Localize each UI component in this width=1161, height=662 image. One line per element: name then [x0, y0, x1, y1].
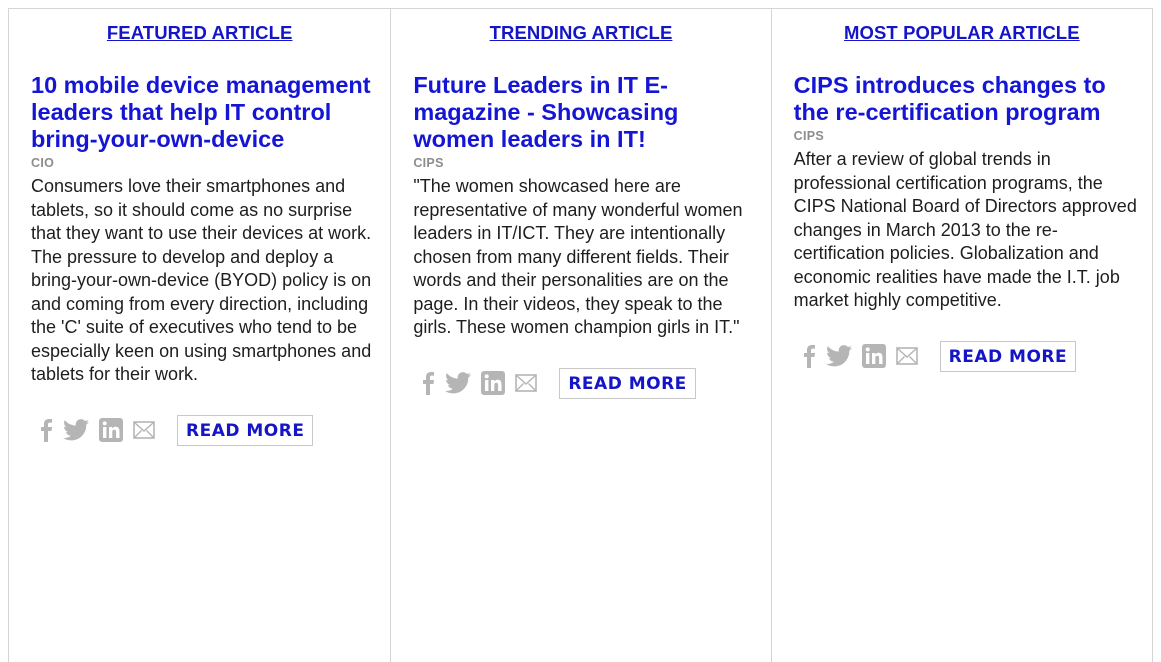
- trending-article-column: TRENDING ARTICLE Future Leaders in IT E-…: [390, 9, 770, 662]
- email-icon[interactable]: [133, 421, 155, 439]
- share-actions: READ MORE: [802, 340, 1142, 372]
- read-more-button[interactable]: READ MORE: [939, 340, 1077, 372]
- twitter-icon[interactable]: [63, 419, 89, 441]
- articles-table: FEATURED ARTICLE 10 mobile device manage…: [8, 8, 1153, 662]
- linkedin-icon[interactable]: [99, 418, 123, 442]
- article-card: 10 mobile device management leaders that…: [9, 45, 390, 446]
- facebook-icon[interactable]: [421, 371, 435, 395]
- column-header: FEATURED ARTICLE: [9, 9, 390, 45]
- read-more-button[interactable]: READ MORE: [559, 367, 696, 399]
- featured-article-header-link[interactable]: FEATURED ARTICLE: [107, 22, 293, 43]
- column-header: MOST POPULAR ARTICLE: [772, 9, 1152, 45]
- facebook-icon[interactable]: [39, 418, 53, 442]
- share-actions: READ MORE: [39, 414, 380, 446]
- featured-article-column: FEATURED ARTICLE 10 mobile device manage…: [9, 9, 390, 662]
- read-more-button[interactable]: READ MORE: [177, 414, 314, 446]
- article-summary: After a review of global trends in profe…: [793, 149, 1137, 310]
- article-summary: "The women showcased here are representa…: [413, 176, 743, 337]
- email-icon[interactable]: [515, 374, 538, 392]
- article-card: Future Leaders in IT E-magazine - Showca…: [391, 45, 770, 399]
- article-title-link[interactable]: Future Leaders in IT E-magazine - Showca…: [413, 72, 760, 153]
- article-source: CIPS: [793, 129, 825, 143]
- article-summary: Consumers love their smartphones and tab…: [31, 176, 372, 384]
- most-popular-article-column: MOST POPULAR ARTICLE CIPS introduces cha…: [770, 9, 1152, 662]
- email-icon[interactable]: [895, 347, 918, 365]
- share-actions: READ MORE: [421, 367, 760, 399]
- facebook-icon[interactable]: [802, 344, 816, 368]
- linkedin-icon[interactable]: [861, 344, 886, 368]
- most-popular-article-header-link[interactable]: MOST POPULAR ARTICLE: [844, 22, 1080, 43]
- column-header: TRENDING ARTICLE: [391, 9, 770, 45]
- article-source: CIPS: [413, 156, 444, 170]
- twitter-icon[interactable]: [445, 372, 472, 394]
- article-title-link[interactable]: CIPS introduces changes to the re-certif…: [794, 72, 1142, 126]
- linkedin-icon[interactable]: [481, 371, 506, 395]
- article-source: CIO: [31, 156, 55, 170]
- twitter-icon[interactable]: [825, 345, 852, 367]
- article-card: CIPS introduces changes to the re-certif…: [772, 45, 1152, 372]
- article-title-link[interactable]: 10 mobile device management leaders that…: [31, 72, 380, 153]
- trending-article-header-link[interactable]: TRENDING ARTICLE: [490, 22, 673, 43]
